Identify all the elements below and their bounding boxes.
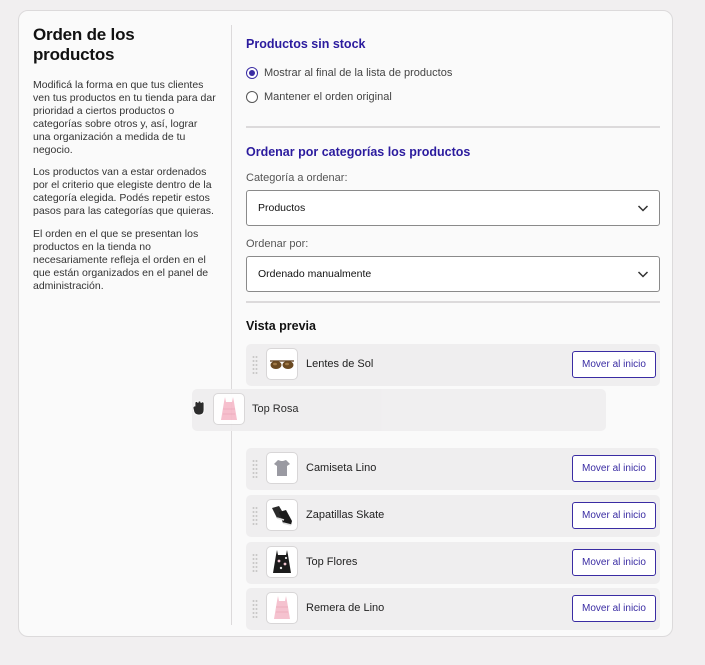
- category-label: Categoría a ordenar:: [246, 172, 348, 184]
- chevron-down-icon: [637, 271, 649, 278]
- list-item[interactable]: Zapatillas Skate Mover al inicio: [246, 495, 660, 537]
- drag-handle-icon[interactable]: [252, 355, 258, 375]
- sneakers-icon: [272, 506, 292, 526]
- move-to-top-button[interactable]: Mover al inicio: [572, 351, 656, 378]
- move-to-top-button[interactable]: Mover al inicio: [572, 595, 656, 622]
- drag-handle-icon[interactable]: [252, 506, 258, 526]
- order-label: Ordenar por:: [246, 238, 309, 250]
- divider: [246, 301, 660, 303]
- product-thumbnail: [266, 546, 298, 578]
- radio-unchecked-icon[interactable]: [246, 91, 258, 103]
- product-thumbnail: [266, 499, 298, 531]
- radio-checked-icon[interactable]: [246, 67, 258, 79]
- info-paragraph-3: El orden en el que se presentan los prod…: [33, 228, 209, 292]
- floral-top-icon: [273, 550, 291, 573]
- drag-handle-icon[interactable]: [252, 599, 258, 619]
- move-to-top-button[interactable]: Mover al inicio: [572, 455, 656, 482]
- list-item[interactable]: Remera de Lino Mover al inicio: [246, 588, 660, 630]
- info-panel: Orden de los productos Modificá la forma…: [33, 25, 217, 303]
- stock-section-title: Productos sin stock: [246, 37, 366, 51]
- product-name: Camiseta Lino: [306, 462, 377, 474]
- product-name: Lentes de Sol: [306, 358, 374, 370]
- dragging-list-item[interactable]: Top Rosa: [192, 389, 606, 431]
- list-item[interactable]: Top Flores Mover al inicio: [246, 542, 660, 584]
- category-select-value: Productos: [258, 202, 306, 214]
- radio-label: Mantener el orden original: [264, 91, 392, 103]
- info-paragraph-2: Los productos van a estar ordenados por …: [33, 166, 214, 218]
- pink-tshirt-icon: [274, 596, 290, 619]
- sunglasses-icon: [270, 360, 294, 369]
- vertical-divider: [231, 25, 232, 625]
- drag-handle-icon[interactable]: [252, 553, 258, 573]
- categories-section-title: Ordenar por categorías los productos: [246, 145, 471, 159]
- product-name: Top Flores: [306, 556, 358, 568]
- radio-label: Mostrar al final de la lista de producto…: [264, 67, 453, 79]
- move-to-top-button[interactable]: Mover al inicio: [572, 502, 656, 529]
- product-thumbnail: [266, 348, 298, 380]
- gray-tshirt-icon: [274, 460, 290, 476]
- list-item[interactable]: Camiseta Lino Mover al inicio: [246, 448, 660, 490]
- pink-top-icon: [221, 397, 237, 420]
- category-select[interactable]: Productos: [246, 190, 660, 226]
- radio-keep-original[interactable]: Mantener el orden original: [246, 91, 392, 103]
- order-select-value: Ordenado manualmente: [258, 268, 372, 280]
- preview-title: Vista previa: [246, 319, 316, 333]
- info-paragraph-1: Modificá la forma en que tus clientes ve…: [33, 79, 216, 156]
- page-title: Orden de los productos: [33, 25, 135, 64]
- drag-handle-icon[interactable]: [252, 459, 258, 479]
- grab-cursor-icon: [192, 400, 205, 416]
- radio-show-at-end[interactable]: Mostrar al final de la lista de producto…: [246, 67, 452, 79]
- product-thumbnail: [266, 592, 298, 624]
- settings-card: Orden de los productos Modificá la forma…: [18, 10, 673, 637]
- chevron-down-icon: [637, 205, 649, 212]
- order-select[interactable]: Ordenado manualmente: [246, 256, 660, 292]
- divider: [246, 126, 660, 128]
- product-name: Top Rosa: [252, 403, 299, 415]
- product-thumbnail: [213, 393, 245, 425]
- product-name: Zapatillas Skate: [306, 509, 385, 521]
- product-name: Remera de Lino: [306, 602, 385, 614]
- product-thumbnail: [266, 452, 298, 484]
- move-to-top-button[interactable]: Mover al inicio: [572, 549, 656, 576]
- list-item[interactable]: Lentes de Sol Mover al inicio: [246, 344, 660, 386]
